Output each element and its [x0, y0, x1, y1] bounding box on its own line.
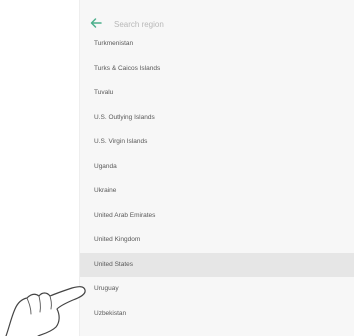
region-item-united-kingdom[interactable]: United Kingdom — [80, 228, 354, 252]
hand-pointer-outline — [5, 286, 86, 336]
region-item-uruguay[interactable]: Uruguay — [80, 277, 354, 301]
region-item-turkmenistan[interactable]: Turkmenistan — [80, 32, 354, 56]
region-picker-panel: Turkmenistan Turks & Caicos Islands Tuva… — [80, 0, 354, 336]
region-item-uzbekistan[interactable]: Uzbekistan — [80, 302, 354, 326]
arrow-left-icon-shape — [90, 18, 102, 28]
region-item-united-states[interactable]: United States — [80, 252, 354, 277]
region-item-uganda[interactable]: Uganda — [80, 155, 354, 179]
search-input[interactable] — [114, 16, 294, 32]
arrow-left-icon[interactable] — [88, 15, 104, 31]
region-item-ukraine[interactable]: Ukraine — [80, 179, 354, 203]
region-list: Turkmenistan Turks & Caicos Islands Tuva… — [80, 0, 354, 336]
region-item-turks-caicos-islands[interactable]: Turks & Caicos Islands — [80, 57, 354, 81]
screen: Turkmenistan Turks & Caicos Islands Tuva… — [0, 0, 354, 336]
region-item-tuvalu[interactable]: Tuvalu — [80, 81, 354, 105]
region-item-us-virgin-islands[interactable]: U.S. Virgin Islands — [80, 130, 354, 154]
hand-pointer-icon — [5, 286, 86, 336]
region-item-us-outlying-islands[interactable]: U.S. Outlying Islands — [80, 106, 354, 130]
region-item-united-arab-emirates[interactable]: United Arab Emirates — [80, 204, 354, 228]
search-bar — [80, 14, 354, 34]
